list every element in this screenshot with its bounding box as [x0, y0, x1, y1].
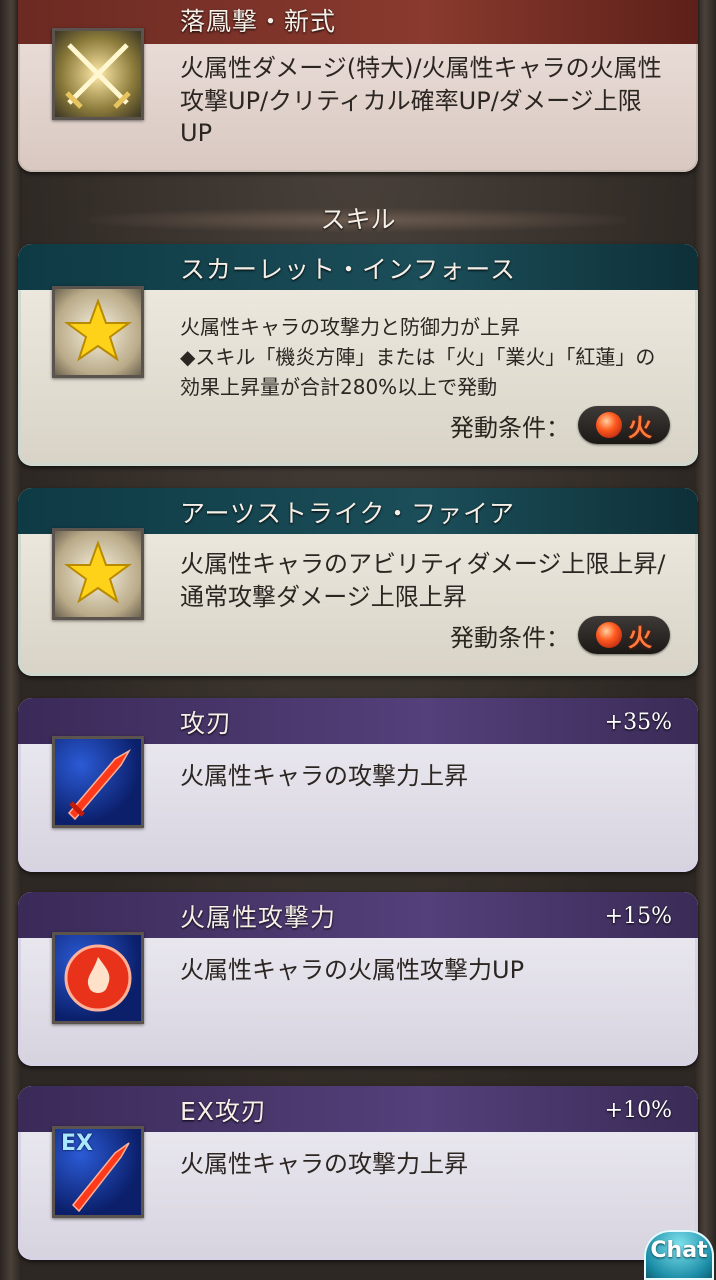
aura-title: 攻刃	[180, 709, 233, 738]
aura-description: 火属性キャラの攻撃力上昇	[180, 1150, 468, 1178]
skill-description: 火属性キャラの攻撃力と防御力が上昇 ◆スキル「機炎方陣」または「火」「業火」「紅…	[180, 315, 656, 399]
star-icon	[52, 286, 144, 378]
fire-element-badge: 火	[578, 406, 670, 444]
aura-card-ex-attack[interactable]: EX攻刃 +10% EX 火属性キャラの攻撃力上昇	[18, 1086, 698, 1260]
skill-title: アーツストライク・ファイア	[180, 499, 516, 528]
activation-condition: 発動条件： 火	[450, 616, 670, 654]
aura-title: 火属性攻撃力	[180, 903, 337, 932]
ougi-card[interactable]: 落鳳撃・新式 火属性ダメージ(特大)/火属性キャラの火属性攻撃UP/クリティカル…	[18, 0, 698, 172]
activation-condition: 発動条件： 火	[450, 406, 670, 444]
fire-orb-icon	[596, 412, 622, 438]
ougi-title: 落鳳撃・新式	[180, 7, 337, 36]
skill-title: スカーレット・インフォース	[180, 255, 517, 284]
aura-card-attack[interactable]: 攻刃 +35% 火属性キャラの攻撃力上昇	[18, 698, 698, 872]
ex-label: EX	[61, 1131, 93, 1156]
red-sword-icon	[52, 736, 144, 828]
aura-description: 火属性キャラの火属性攻撃力UP	[180, 956, 525, 984]
condition-label: 発動条件：	[450, 413, 570, 442]
element-label: 火	[628, 623, 652, 652]
star-icon	[52, 528, 144, 620]
ougi-description: 火属性ダメージ(特大)/火属性キャラの火属性攻撃UP/クリティカル確率UP/ダメ…	[180, 54, 662, 148]
aura-title: EX攻刃	[180, 1097, 267, 1126]
chat-label: Chat	[650, 1238, 708, 1263]
element-label: 火	[628, 413, 652, 442]
skill-description: 火属性キャラのアビリティダメージ上限上昇/通常攻撃ダメージ上限上昇	[180, 550, 666, 611]
fire-orb-icon	[596, 622, 622, 648]
skill-card-scarlet-inforce[interactable]: スカーレット・インフォース 火属性キャラの攻撃力と防御力が上昇 ◆スキル「機炎方…	[18, 244, 698, 466]
chat-button[interactable]: Chat	[644, 1230, 714, 1280]
aura-bonus: +35%	[604, 710, 672, 735]
skill-card-arts-strike-fire[interactable]: アーツストライク・ファイア 火属性キャラのアビリティダメージ上限上昇/通常攻撃ダ…	[18, 488, 698, 676]
skills-section-label: スキル	[320, 205, 396, 234]
crossed-swords-icon	[52, 28, 144, 120]
fire-emblem-icon	[52, 932, 144, 1024]
fire-element-badge: 火	[578, 616, 670, 654]
ex-sword-icon: EX	[52, 1126, 144, 1218]
aura-bonus: +10%	[604, 1098, 672, 1123]
aura-card-fire-attack[interactable]: 火属性攻撃力 +15% 火属性キャラの火属性攻撃力UP	[18, 892, 698, 1066]
condition-label: 発動条件：	[450, 623, 570, 652]
aura-bonus: +15%	[604, 904, 672, 929]
aura-description: 火属性キャラの攻撃力上昇	[180, 762, 468, 790]
